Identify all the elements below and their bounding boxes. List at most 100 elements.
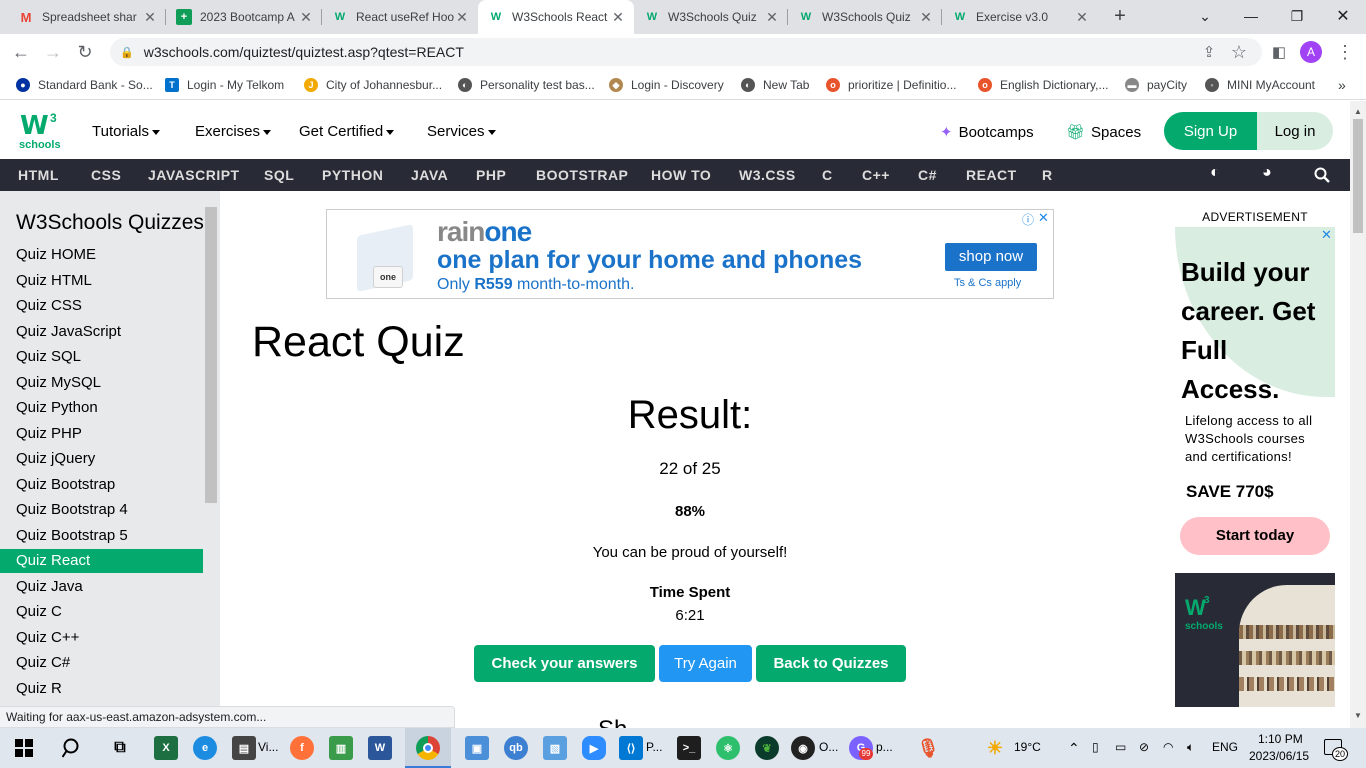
firefox-icon[interactable]: f — [290, 736, 314, 760]
atom-icon[interactable]: ⚛ — [716, 736, 740, 760]
vlc-icon[interactable]: ▤ — [232, 736, 256, 760]
clock-time[interactable]: 1:10 PM — [1258, 732, 1303, 746]
tray-network-icon[interactable]: ⊘ — [1139, 740, 1149, 754]
clock-date[interactable]: 2023/06/15 — [1249, 749, 1309, 763]
qbittorrent-icon[interactable]: qb — [504, 736, 528, 760]
minimize-icon[interactable]: — — [1228, 0, 1274, 32]
profile-avatar[interactable]: A — [1300, 41, 1322, 63]
tray-volume-icon[interactable]: 🔈︎ — [1187, 740, 1194, 755]
language-indicator[interactable]: ENG — [1212, 740, 1238, 754]
scroll-up-icon[interactable]: ▲ — [1354, 107, 1362, 116]
more-bookmarks-icon[interactable]: » — [1338, 76, 1346, 94]
topic-bootstrap[interactable]: BOOTSTRAP — [536, 167, 628, 183]
topic-css[interactable]: CSS — [91, 167, 121, 183]
shop-now-button[interactable]: shop now — [945, 243, 1037, 271]
browser-tab[interactable]: W Exercise v3.0 ✕ — [942, 0, 1098, 34]
close-tab-icon[interactable]: ✕ — [454, 9, 470, 26]
sidebar-item-quiz-python[interactable]: Quiz Python — [0, 396, 203, 420]
sidebar-item-quiz-c[interactable]: Quiz C — [0, 600, 203, 624]
edge-icon[interactable]: e — [193, 736, 217, 760]
menu-exercises[interactable]: Exercises — [195, 123, 272, 140]
menu-services[interactable]: Services — [427, 123, 496, 140]
topic-cpp[interactable]: C++ — [862, 167, 890, 183]
sidebar-item-quiz-java[interactable]: Quiz Java — [0, 575, 203, 599]
adchoices-icon[interactable]: ⓘ — [1022, 211, 1034, 228]
back-arrow-icon[interactable]: ← — [6, 37, 36, 67]
sidepanel-icon[interactable]: ◧ — [1264, 37, 1294, 67]
sidebar-item-quiz-bootstrap-4[interactable]: Quiz Bootstrap 4 — [0, 498, 203, 522]
bookmark-item[interactable]: o English Dictionary,... — [978, 76, 1109, 94]
weather-icon[interactable]: ☀ — [983, 736, 1007, 760]
bookmark-item[interactable]: ● Standard Bank - So... — [16, 76, 153, 94]
menu-tutorials[interactable]: Tutorials — [92, 123, 160, 140]
topic-html[interactable]: HTML — [18, 167, 59, 183]
sidebar-item-quiz-php[interactable]: Quiz PHP — [0, 422, 203, 446]
ad-close-icon[interactable]: ✕ — [1038, 210, 1049, 226]
windows-start-icon[interactable] — [12, 736, 36, 760]
tray-battery-icon[interactable]: ▭ — [1115, 740, 1126, 754]
word-icon[interactable]: W — [368, 736, 392, 760]
ad-banner[interactable]: one rainone one plan for your home and p… — [326, 209, 1054, 299]
search-icon[interactable] — [60, 736, 84, 760]
topic-w3css[interactable]: W3.CSS — [739, 167, 796, 183]
tray-wifi-icon[interactable]: ◠ — [1163, 740, 1173, 754]
close-tab-icon[interactable]: ✕ — [142, 9, 158, 26]
globe-icon[interactable]: ◕ — [1262, 164, 1272, 182]
tray-chevron-icon[interactable]: ⌃ — [1068, 740, 1080, 757]
right-ad-close-icon[interactable]: ✕ — [1321, 227, 1332, 243]
sidebar-item-quiz-jquery[interactable]: Quiz jQuery — [0, 447, 203, 471]
chrome-taskbar-active[interactable] — [405, 728, 451, 768]
browser-tab[interactable]: W W3Schools Quiz ✕ — [788, 0, 942, 34]
bookmark-item[interactable]: J City of Johannesbur... — [304, 76, 442, 94]
start-today-button[interactable]: Start today — [1180, 517, 1330, 555]
task-view-icon[interactable]: ⧉ — [108, 736, 132, 760]
tab-search-chevron-icon[interactable]: ⌄ — [1182, 0, 1228, 32]
topic-javascript[interactable]: JAVASCRIPT — [148, 167, 240, 183]
browser-menu-icon[interactable]: ⋮ — [1330, 37, 1360, 67]
sidebar-item-quiz-sql[interactable]: Quiz SQL — [0, 345, 203, 369]
browser-tab[interactable]: W React useRef Hoo ✕ — [322, 0, 478, 34]
sidebar-item-quiz-c[interactable]: Quiz C++ — [0, 626, 203, 650]
vscode-icon[interactable]: ⟨⟩ — [619, 736, 643, 760]
window-close-icon[interactable]: ✕ — [1320, 0, 1366, 32]
try-again-button[interactable]: Try Again — [659, 645, 752, 682]
bookmark-item[interactable]: o prioritize | Definitio... — [826, 76, 957, 94]
new-tab-plus-icon[interactable]: + — [1108, 5, 1132, 29]
terms-link[interactable]: Ts & Cs apply — [954, 277, 1021, 289]
bookmark-star-icon[interactable]: ☆ — [1224, 37, 1254, 67]
browser-tab[interactable]: + 2023 Bootcamp A ✕ — [166, 0, 322, 34]
login-button[interactable]: Log in — [1257, 112, 1333, 150]
sidebar-item-quiz-bootstrap[interactable]: Quiz Bootstrap — [0, 473, 203, 497]
topic-r[interactable]: R — [1042, 167, 1053, 183]
sidebar-item-quiz-r[interactable]: Quiz R — [0, 677, 203, 701]
browser-tab[interactable]: W W3Schools Quiz ✕ — [634, 0, 788, 34]
bookmark-item[interactable]: T Login - My Telkom — [165, 76, 284, 94]
close-tab-icon[interactable]: ✕ — [610, 9, 626, 26]
check-answers-button[interactable]: Check your answers — [474, 645, 655, 682]
close-tab-icon[interactable]: ✕ — [298, 9, 314, 26]
photos-icon[interactable]: ▧ — [543, 736, 567, 760]
obs-icon[interactable]: ◉ — [791, 736, 815, 760]
topic-python[interactable]: PYTHON — [322, 167, 383, 183]
sidebar-scrollbar[interactable] — [205, 207, 217, 503]
zoom-icon[interactable]: ▶ — [582, 736, 606, 760]
url-bar[interactable]: 🔒 w3schools.com/quiztest/quiztest.asp?qt… — [110, 38, 1262, 66]
signup-button[interactable]: Sign Up — [1164, 112, 1257, 150]
reload-icon[interactable]: ↻ — [70, 37, 100, 67]
bookmark-item[interactable]: ▬ payCity — [1125, 76, 1187, 94]
forward-arrow-icon[interactable]: → — [38, 37, 68, 67]
sidebar-item-quiz-mysql[interactable]: Quiz MySQL — [0, 371, 203, 395]
page-scrollbar[interactable]: ▲ ▼ — [1350, 101, 1366, 728]
bookmark-item[interactable]: ◦ MINI MyAccount — [1205, 76, 1315, 94]
sidebar-item-quiz-css[interactable]: Quiz CSS — [0, 294, 203, 318]
tray-device-icon[interactable]: ▯ — [1092, 740, 1099, 754]
sidebar-item-quiz-html[interactable]: Quiz HTML — [0, 269, 203, 293]
back-to-quizzes-button[interactable]: Back to Quizzes — [756, 645, 906, 682]
share-icon[interactable]: ⇪ — [1194, 37, 1224, 67]
search-icon[interactable] — [1314, 167, 1330, 183]
bookmark-item[interactable]: ◐ Personality test bas... — [458, 76, 595, 94]
topic-csharp[interactable]: C# — [918, 167, 937, 183]
scroll-down-icon[interactable]: ▼ — [1354, 711, 1362, 720]
remote-desktop-icon[interactable]: ▣ — [465, 736, 489, 760]
topic-php[interactable]: PHP — [476, 167, 506, 183]
